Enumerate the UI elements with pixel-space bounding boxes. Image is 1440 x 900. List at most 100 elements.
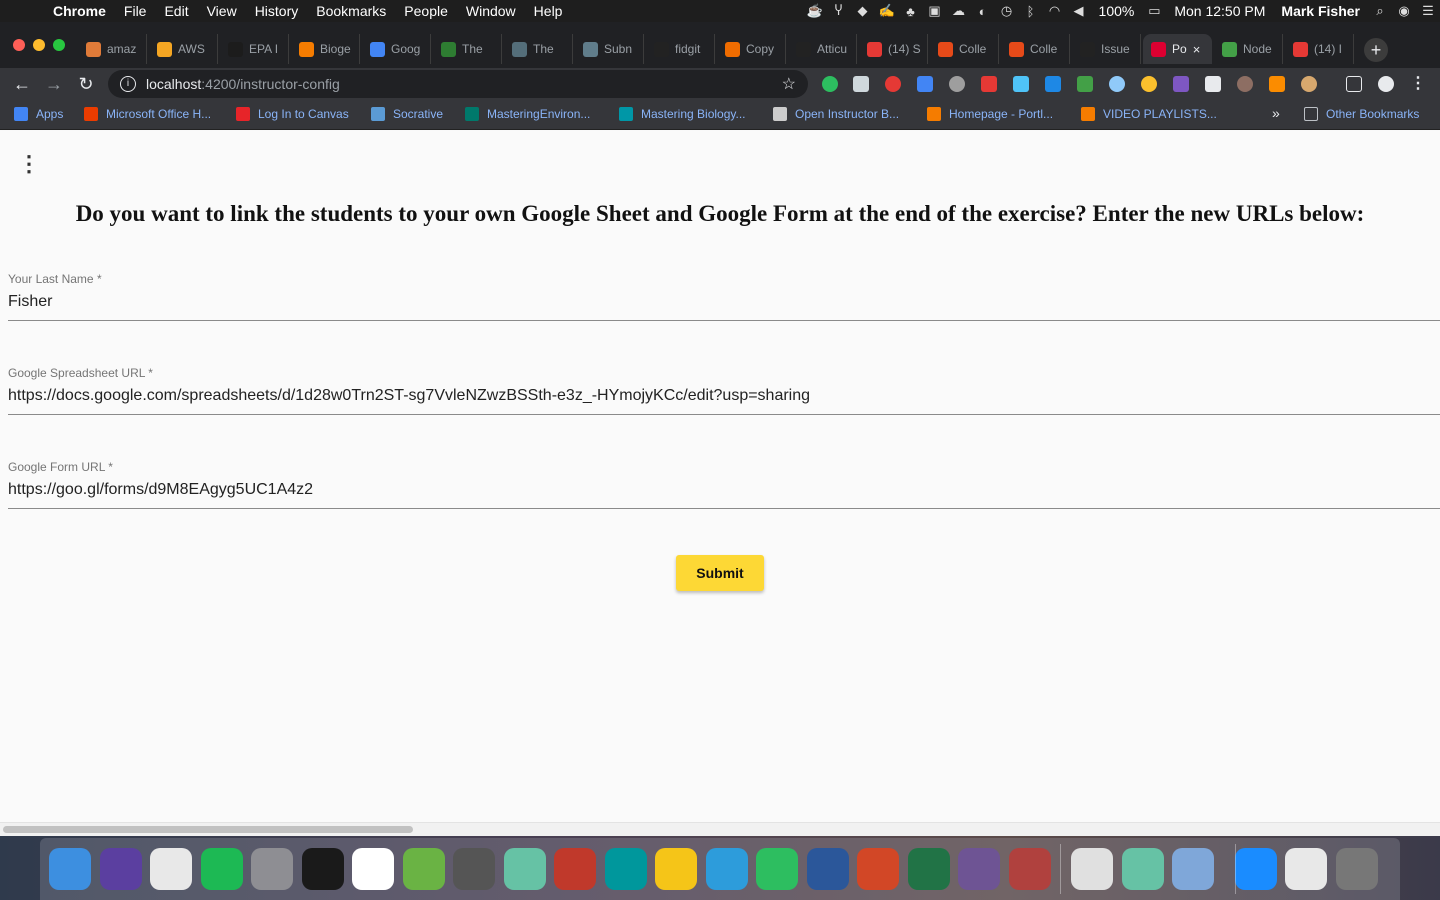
cast-icon[interactable]	[1346, 76, 1362, 92]
notification-center-icon[interactable]: ☰	[1416, 3, 1440, 19]
finder-icon[interactable]	[49, 848, 91, 890]
user-name[interactable]: Mark Fisher	[1273, 3, 1368, 19]
wave-extension-icon[interactable]	[1173, 76, 1189, 92]
cloud-icon[interactable]: ☁	[947, 3, 971, 19]
tab-active[interactable]: Po ×	[1143, 34, 1212, 64]
menu-help[interactable]: Help	[525, 3, 572, 19]
minimize-window-button[interactable]	[33, 39, 45, 51]
address-bar[interactable]: i localhost:4200/instructor-config ☆	[108, 70, 808, 98]
github-cat-icon[interactable]	[958, 848, 1000, 890]
menu-history[interactable]: History	[246, 3, 308, 19]
tab[interactable]: AWS	[149, 34, 218, 64]
translate-extension-icon[interactable]	[917, 76, 933, 92]
excel-icon[interactable]	[907, 848, 950, 890]
reload-icon[interactable]: ↻	[74, 72, 98, 96]
evernote-icon[interactable]: ♣	[899, 4, 923, 19]
eyedropper-extension-icon[interactable]	[1013, 76, 1029, 92]
photo-booth-icon[interactable]	[1008, 848, 1051, 890]
tab[interactable]: The	[433, 34, 502, 64]
horizontal-scrollbar[interactable]	[0, 822, 1440, 836]
system-preferences-icon[interactable]	[251, 848, 293, 890]
tab[interactable]: Copy	[717, 34, 786, 64]
help-icon[interactable]	[453, 848, 495, 890]
submit-button[interactable]: Submit	[676, 555, 764, 591]
rstudio-icon[interactable]	[554, 848, 596, 890]
powerpoint-icon[interactable]	[857, 848, 899, 890]
time-machine-icon[interactable]: ◷	[995, 3, 1019, 19]
menu-app-name[interactable]: Chrome	[44, 3, 115, 19]
form-url-field[interactable]: Google Form URL * https://goo.gl/forms/d…	[8, 460, 1440, 509]
evernote-extension-icon[interactable]	[822, 76, 838, 92]
android-studio-icon[interactable]	[402, 848, 445, 890]
bookmark-item[interactable]: Socrative	[371, 107, 443, 121]
tab[interactable]: EPA I	[220, 34, 289, 64]
tab[interactable]: Goog	[362, 34, 431, 64]
screenshot-icon[interactable]: ▣	[923, 3, 947, 19]
chrome-menu-icon[interactable]: ⋮	[1406, 72, 1430, 96]
owl-extension-icon[interactable]	[1237, 76, 1253, 92]
bookmark-item[interactable]: Apps	[14, 107, 63, 121]
bluetooth-icon[interactable]: ᛒ	[1019, 4, 1043, 19]
cors-extension-icon[interactable]	[1077, 76, 1093, 92]
new-tab-button[interactable]: +	[1364, 38, 1388, 62]
word-icon[interactable]	[806, 848, 849, 890]
1password-icon[interactable]	[1234, 848, 1277, 890]
wifi-icon[interactable]: ◠	[1043, 3, 1067, 19]
tab[interactable]: Atticu	[788, 34, 857, 64]
tab[interactable]: amaz	[78, 34, 147, 64]
s-extension-icon[interactable]	[1045, 76, 1061, 92]
globe-extension-icon[interactable]	[949, 76, 965, 92]
last-name-field[interactable]: Your Last Name * Fisher	[8, 272, 1440, 321]
tab[interactable]: Colle	[930, 34, 999, 64]
spotify-icon[interactable]	[200, 848, 243, 890]
tab[interactable]: Colle	[1001, 34, 1070, 64]
siri-icon[interactable]	[99, 848, 142, 890]
bookmark-item[interactable]: Homepage - Portl...	[927, 107, 1053, 121]
battery-icon[interactable]: ▭	[1142, 3, 1166, 19]
bookmarks-overflow-icon[interactable]: »	[1272, 105, 1280, 121]
siri-icon[interactable]: ◉	[1392, 3, 1416, 19]
menu-people[interactable]: People	[395, 3, 457, 19]
download-extension-icon[interactable]	[1269, 76, 1285, 92]
tab[interactable]: Bioge	[291, 34, 360, 64]
script-editor-icon[interactable]	[1071, 848, 1113, 890]
cookie-extension-icon[interactable]	[1301, 76, 1317, 92]
tab[interactable]: (14) I	[1285, 34, 1354, 64]
chrome-icon[interactable]	[150, 848, 192, 890]
arduino-icon[interactable]	[604, 848, 647, 890]
cyberduck-icon[interactable]	[655, 848, 697, 890]
menu-window[interactable]: Window	[457, 3, 525, 19]
maximize-window-button[interactable]	[53, 39, 65, 51]
menu-bookmarks[interactable]: Bookmarks	[307, 3, 395, 19]
spreadsheet-url-field[interactable]: Google Spreadsheet URL * https://docs.go…	[8, 366, 1440, 415]
spreadsheet-url-input[interactable]: https://docs.google.com/spreadsheets/d/1…	[8, 386, 1440, 415]
tab[interactable]: Issue	[1072, 34, 1141, 64]
tab[interactable]: Subn	[575, 34, 644, 64]
coffee-icon[interactable]: ☕	[803, 3, 827, 19]
trash-icon[interactable]	[1335, 848, 1378, 890]
sync-icon[interactable]: ◐	[971, 4, 995, 19]
markdown-icon[interactable]	[705, 848, 748, 890]
bookmark-star-icon[interactable]: ☆	[782, 74, 796, 94]
last-name-input[interactable]: Fisher	[8, 292, 1440, 321]
colorful-extension-icon[interactable]	[1141, 76, 1157, 92]
clock[interactable]: Mon 12:50 PM	[1166, 3, 1273, 19]
menu-edit[interactable]: Edit	[155, 3, 197, 19]
bookmark-item[interactable]: MasteringEnviron...	[465, 107, 590, 121]
other-bookmarks[interactable]: Other Bookmarks	[1304, 107, 1419, 121]
volume-icon[interactable]: ◀	[1067, 3, 1091, 19]
menu-file[interactable]: File	[115, 3, 156, 19]
forward-arrow-icon[interactable]: →	[42, 72, 66, 96]
profile-avatar[interactable]	[1378, 76, 1394, 92]
more-options-icon[interactable]: ⋮	[18, 151, 40, 177]
atom-2-icon[interactable]	[1121, 848, 1164, 890]
battery-status[interactable]: 100%	[1091, 3, 1143, 19]
bookmark-item[interactable]: Microsoft Office H...	[84, 107, 211, 121]
close-window-button[interactable]	[13, 39, 25, 51]
site-info-icon[interactable]: i	[120, 76, 136, 92]
evernote-icon[interactable]	[756, 848, 798, 890]
cloud-extension-icon[interactable]	[853, 76, 869, 92]
extension-badge-icon[interactable]	[885, 76, 901, 92]
chrome-window-icon[interactable]	[1285, 848, 1327, 890]
preview-icon[interactable]	[1172, 848, 1214, 890]
